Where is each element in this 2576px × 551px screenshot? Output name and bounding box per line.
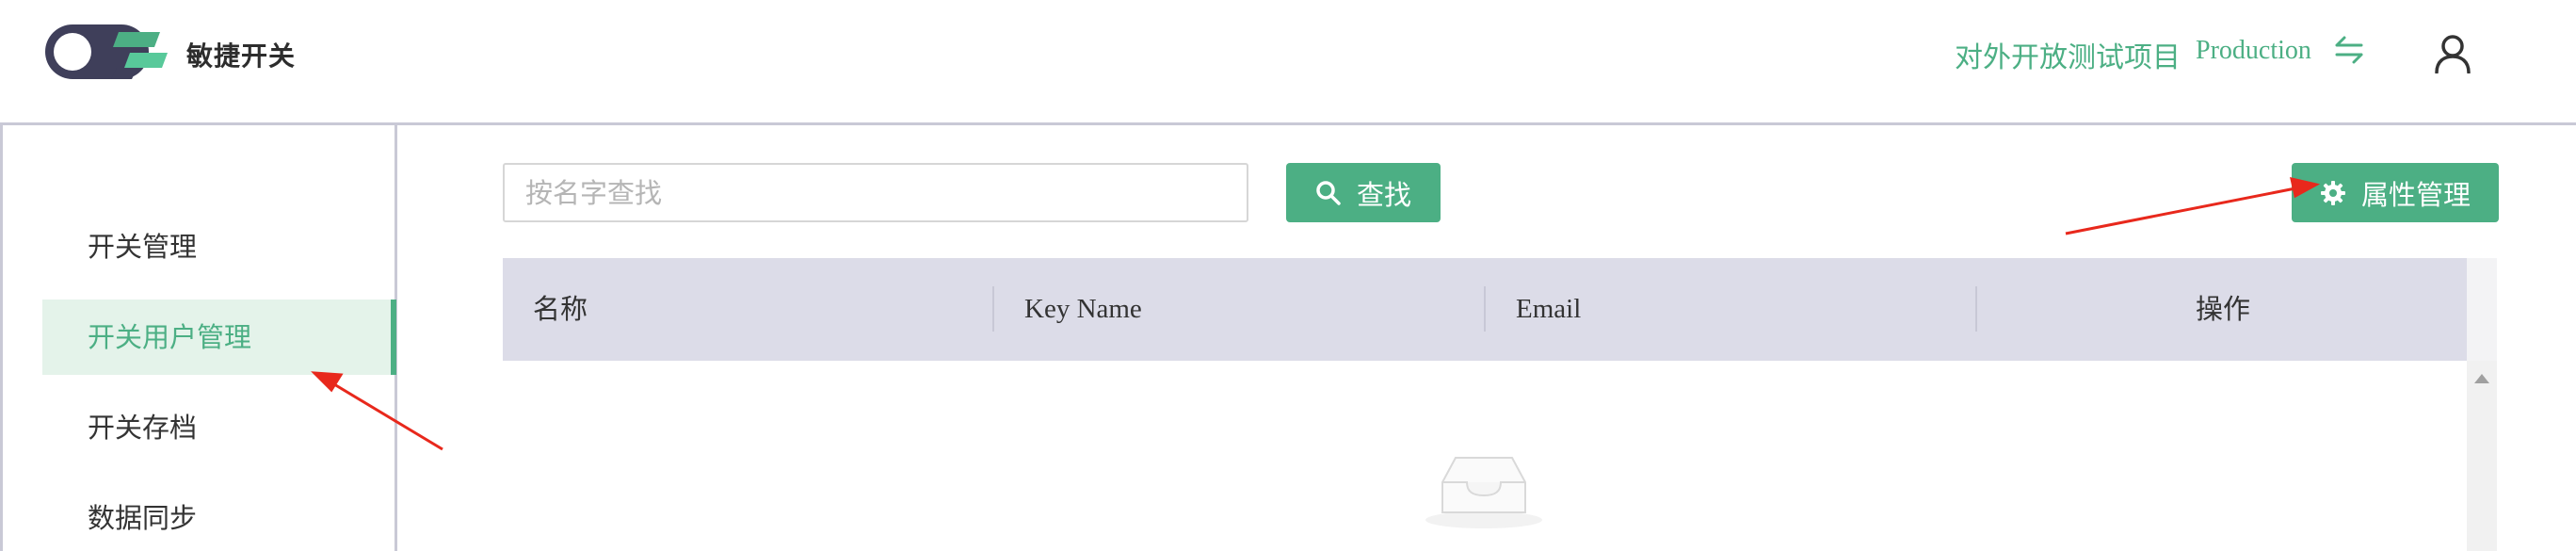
search-input[interactable] [503, 163, 1248, 222]
search-button[interactable]: 查找 [1286, 163, 1441, 222]
logo-icon [45, 24, 168, 79]
user-icon[interactable] [2434, 34, 2471, 73]
column-header-key-name[interactable]: Key Name [1024, 258, 1142, 361]
annotation-arrow-attr-button [2065, 177, 2321, 235]
column-divider [992, 286, 994, 332]
empty-inbox-icon [1425, 457, 1542, 528]
scroll-up-arrow-icon[interactable] [2474, 374, 2489, 383]
sidebar-item-switch-management[interactable]: 开关管理 [42, 209, 396, 284]
search-button-label: 查找 [1356, 178, 1411, 211]
gear-icon [2320, 180, 2345, 205]
sidebar: 开关管理 开关用户管理 开关存档 数据同步 [0, 125, 397, 551]
attribute-management-label: 属性管理 [2360, 178, 2471, 211]
swap-icon[interactable] [2333, 34, 2365, 66]
table-header: 名称 Key Name Email 操作 [503, 258, 2467, 361]
column-header-name[interactable]: 名称 [533, 258, 588, 361]
sidebar-item-data-sync[interactable]: 数据同步 [42, 480, 396, 551]
sidebar-item-switch-archive[interactable]: 开关存档 [42, 390, 396, 465]
table-header-gutter [2467, 258, 2497, 361]
column-divider [1975, 286, 1977, 332]
project-selector[interactable]: 对外开放测试项目 [1955, 34, 2181, 75]
top-header: 敏捷开关 对外开放测试项目 Production [0, 0, 2576, 125]
vertical-scrollbar[interactable] [2467, 361, 2497, 551]
attribute-management-button[interactable]: 属性管理 [2292, 163, 2499, 222]
brand-name: 敏捷开关 [186, 41, 297, 71]
column-header-actions: 操作 [2196, 293, 2251, 325]
sidebar-item-switch-user-management[interactable]: 开关用户管理 [42, 300, 396, 375]
column-divider [1484, 286, 1486, 332]
search-icon [1316, 180, 1341, 205]
column-header-email[interactable]: Email [1516, 258, 1581, 361]
environment-selector[interactable]: Production [2196, 36, 2311, 66]
